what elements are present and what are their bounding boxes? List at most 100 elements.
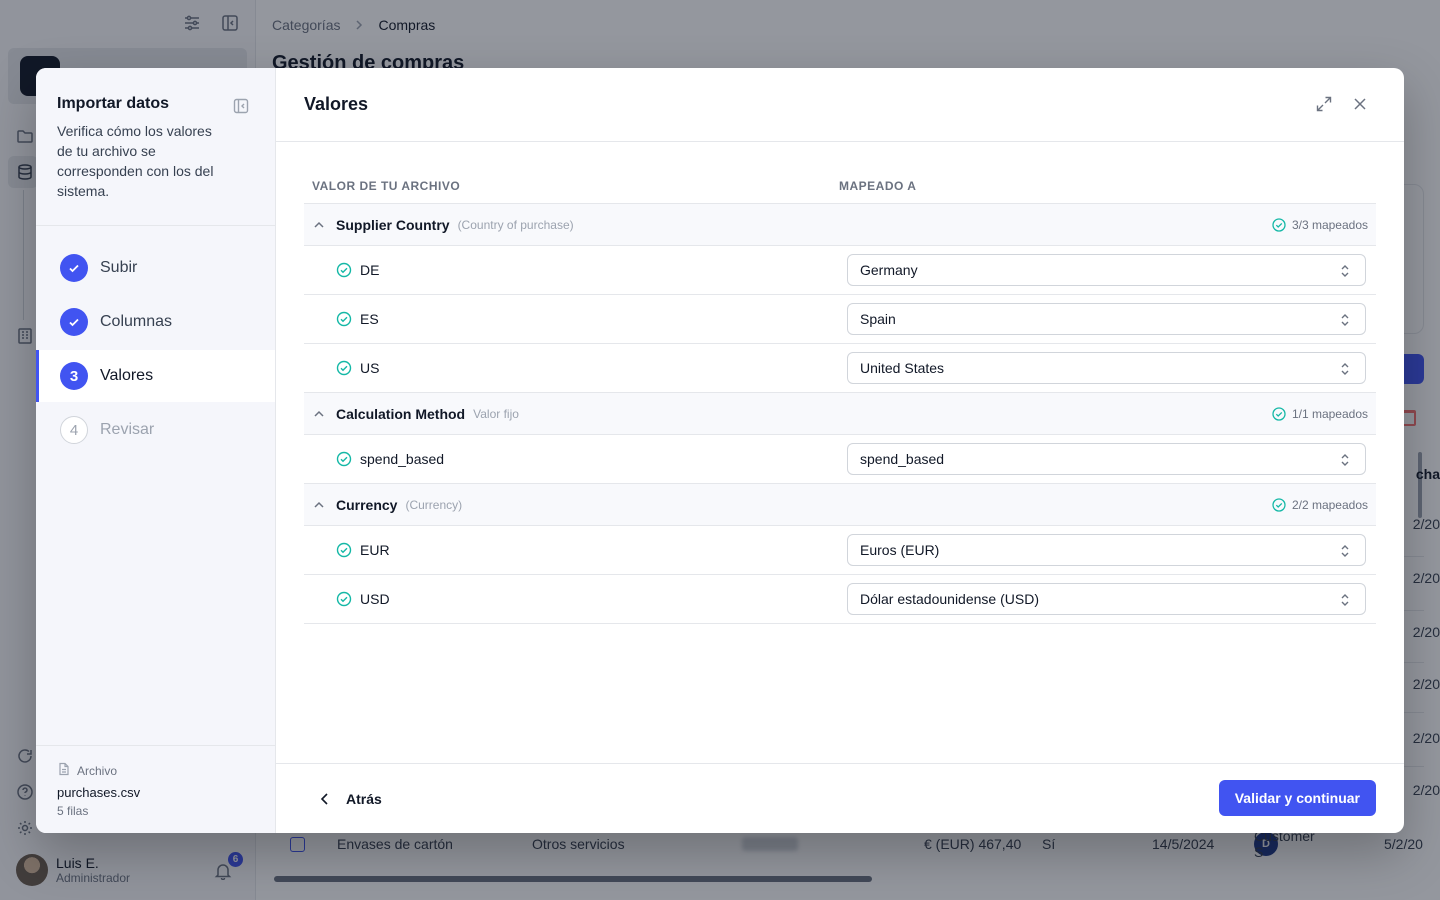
file-label: Archivo <box>57 762 254 779</box>
col-header-target: MAPEADO A <box>839 178 917 193</box>
check-circle-icon <box>336 311 352 327</box>
group-subtitle: (Country of purchase) <box>457 217 574 232</box>
source-value-text: DE <box>360 262 380 278</box>
group-subtitle: Valor fijo <box>473 406 519 421</box>
target-select-value: spend_based <box>860 451 945 467</box>
source-value: DE <box>304 262 847 278</box>
source-value: US <box>304 360 847 376</box>
value-row: ES Spain <box>304 295 1376 344</box>
step-number: 3 <box>60 362 88 390</box>
step-label: Columnas <box>100 313 173 330</box>
group-count: 2/2 mapeados <box>1272 498 1368 512</box>
group-subtitle: (Currency) <box>405 497 463 512</box>
source-value: ES <box>304 311 847 327</box>
source-value: spend_based <box>304 451 847 467</box>
target-select-value: Spain <box>860 311 896 327</box>
wizard-description: Verifica cómo los valores de tu archivo … <box>57 123 214 199</box>
step-valores[interactable]: 3 Valores <box>36 350 275 402</box>
step-number: 4 <box>60 416 88 444</box>
group-count: 3/3 mapeados <box>1272 218 1368 232</box>
check-circle-icon <box>336 591 352 607</box>
back-button-label: Atrás <box>346 790 382 807</box>
values-content: Valores VALOR DE TU ARCHIVO MAPEADO A Su… <box>276 68 1404 833</box>
source-value-text: ES <box>360 311 379 327</box>
wizard-header: Importar datos Verifica cómo los valores… <box>36 68 275 226</box>
source-value-text: spend_based <box>360 451 445 467</box>
value-row: US United States <box>304 344 1376 393</box>
updown-icon <box>1341 314 1349 326</box>
group-name: Currency <box>336 496 398 513</box>
target-select[interactable]: spend_based <box>847 443 1366 475</box>
step-label: Revisar <box>100 421 155 438</box>
source-value: EUR <box>304 542 847 558</box>
target-select-value: United States <box>860 360 945 376</box>
mapping-table: VALOR DE TU ARCHIVO MAPEADO A Supplier C… <box>276 142 1404 763</box>
group-calculation-method[interactable]: Calculation Method Valor fijo 1/1 mapead… <box>304 393 1376 435</box>
check-circle-icon <box>1272 497 1286 512</box>
value-row: USD Dólar estadounidense (USD) <box>304 575 1376 624</box>
check-circle-icon <box>336 542 352 558</box>
group-count: 1/1 mapeados <box>1272 407 1368 421</box>
file-rows: 5 filas <box>57 804 89 818</box>
check-circle-icon <box>336 451 352 467</box>
group-count-text: 2/2 mapeados <box>1291 497 1368 512</box>
step-label: Subir <box>100 259 138 276</box>
content-header: Valores <box>276 68 1404 142</box>
value-row: spend_based spend_based <box>304 435 1376 484</box>
step-revisar[interactable]: 4 Revisar <box>36 404 275 456</box>
file-name: purchases.csv <box>57 785 141 800</box>
updown-icon <box>1341 545 1349 557</box>
source-value-text: USD <box>360 591 390 607</box>
source-value-text: EUR <box>360 542 390 558</box>
modal-footer: Atrás Validar y continuar <box>276 763 1404 833</box>
expand-icon[interactable] <box>1316 96 1332 117</box>
validate-continue-button[interactable]: Validar y continuar <box>1218 780 1376 816</box>
group-count-text: 3/3 mapeados <box>1291 217 1368 232</box>
check-circle-icon <box>1272 217 1286 232</box>
table-header: VALOR DE TU ARCHIVO MAPEADO A <box>304 168 1376 204</box>
group-supplier-country[interactable]: Supplier Country (Country of purchase) 3… <box>304 204 1376 246</box>
target-select-value: Dólar estadounidense (USD) <box>860 591 1039 607</box>
wizard-title: Importar datos <box>57 95 170 112</box>
wizard-steps: Subir Columnas 3 Valores 4 Revisar <box>36 226 275 456</box>
updown-icon <box>1341 454 1349 466</box>
step-check-icon <box>60 308 88 336</box>
target-select[interactable]: Dólar estadounidense (USD) <box>847 583 1366 615</box>
step-columnas[interactable]: Columnas <box>36 296 275 348</box>
col-header-source: VALOR DE TU ARCHIVO <box>312 178 461 193</box>
content-title: Valores <box>304 94 369 114</box>
updown-icon <box>1341 594 1349 606</box>
collapse-panel-icon[interactable] <box>233 98 249 114</box>
updown-icon <box>1341 363 1349 375</box>
check-circle-icon <box>1272 406 1286 421</box>
step-subir[interactable]: Subir <box>36 242 275 294</box>
chevron-up-icon[interactable] <box>312 498 326 512</box>
source-value: USD <box>304 591 847 607</box>
target-select[interactable]: United States <box>847 352 1366 384</box>
chevron-left-icon <box>320 792 328 805</box>
chevron-up-icon[interactable] <box>312 218 326 232</box>
chevron-up-icon[interactable] <box>312 407 326 421</box>
value-row: DE Germany <box>304 246 1376 295</box>
target-select-value: Euros (EUR) <box>860 542 940 558</box>
source-value-text: US <box>360 360 380 376</box>
wizard-panel: Importar datos Verifica cómo los valores… <box>36 68 276 833</box>
group-currency[interactable]: Currency (Currency) 2/2 mapeados <box>304 484 1376 526</box>
file-info: Archivo purchases.csv 5 filas <box>36 745 275 833</box>
back-button[interactable]: Atrás <box>304 791 382 807</box>
updown-icon <box>1341 265 1349 277</box>
value-row: EUR Euros (EUR) <box>304 526 1376 575</box>
close-icon[interactable] <box>1352 96 1368 117</box>
target-select[interactable]: Germany <box>847 254 1366 286</box>
target-select[interactable]: Euros (EUR) <box>847 534 1366 566</box>
file-label-text: Archivo <box>77 763 118 778</box>
group-name: Supplier Country <box>336 216 450 233</box>
check-circle-icon <box>336 360 352 376</box>
target-select-value: Germany <box>860 262 918 278</box>
import-modal: Importar datos Verifica cómo los valores… <box>36 68 1404 833</box>
step-label: Valores <box>100 367 154 384</box>
target-select[interactable]: Spain <box>847 303 1366 335</box>
file-icon <box>57 762 71 779</box>
header-actions <box>1316 96 1368 117</box>
group-name: Calculation Method <box>336 405 466 422</box>
